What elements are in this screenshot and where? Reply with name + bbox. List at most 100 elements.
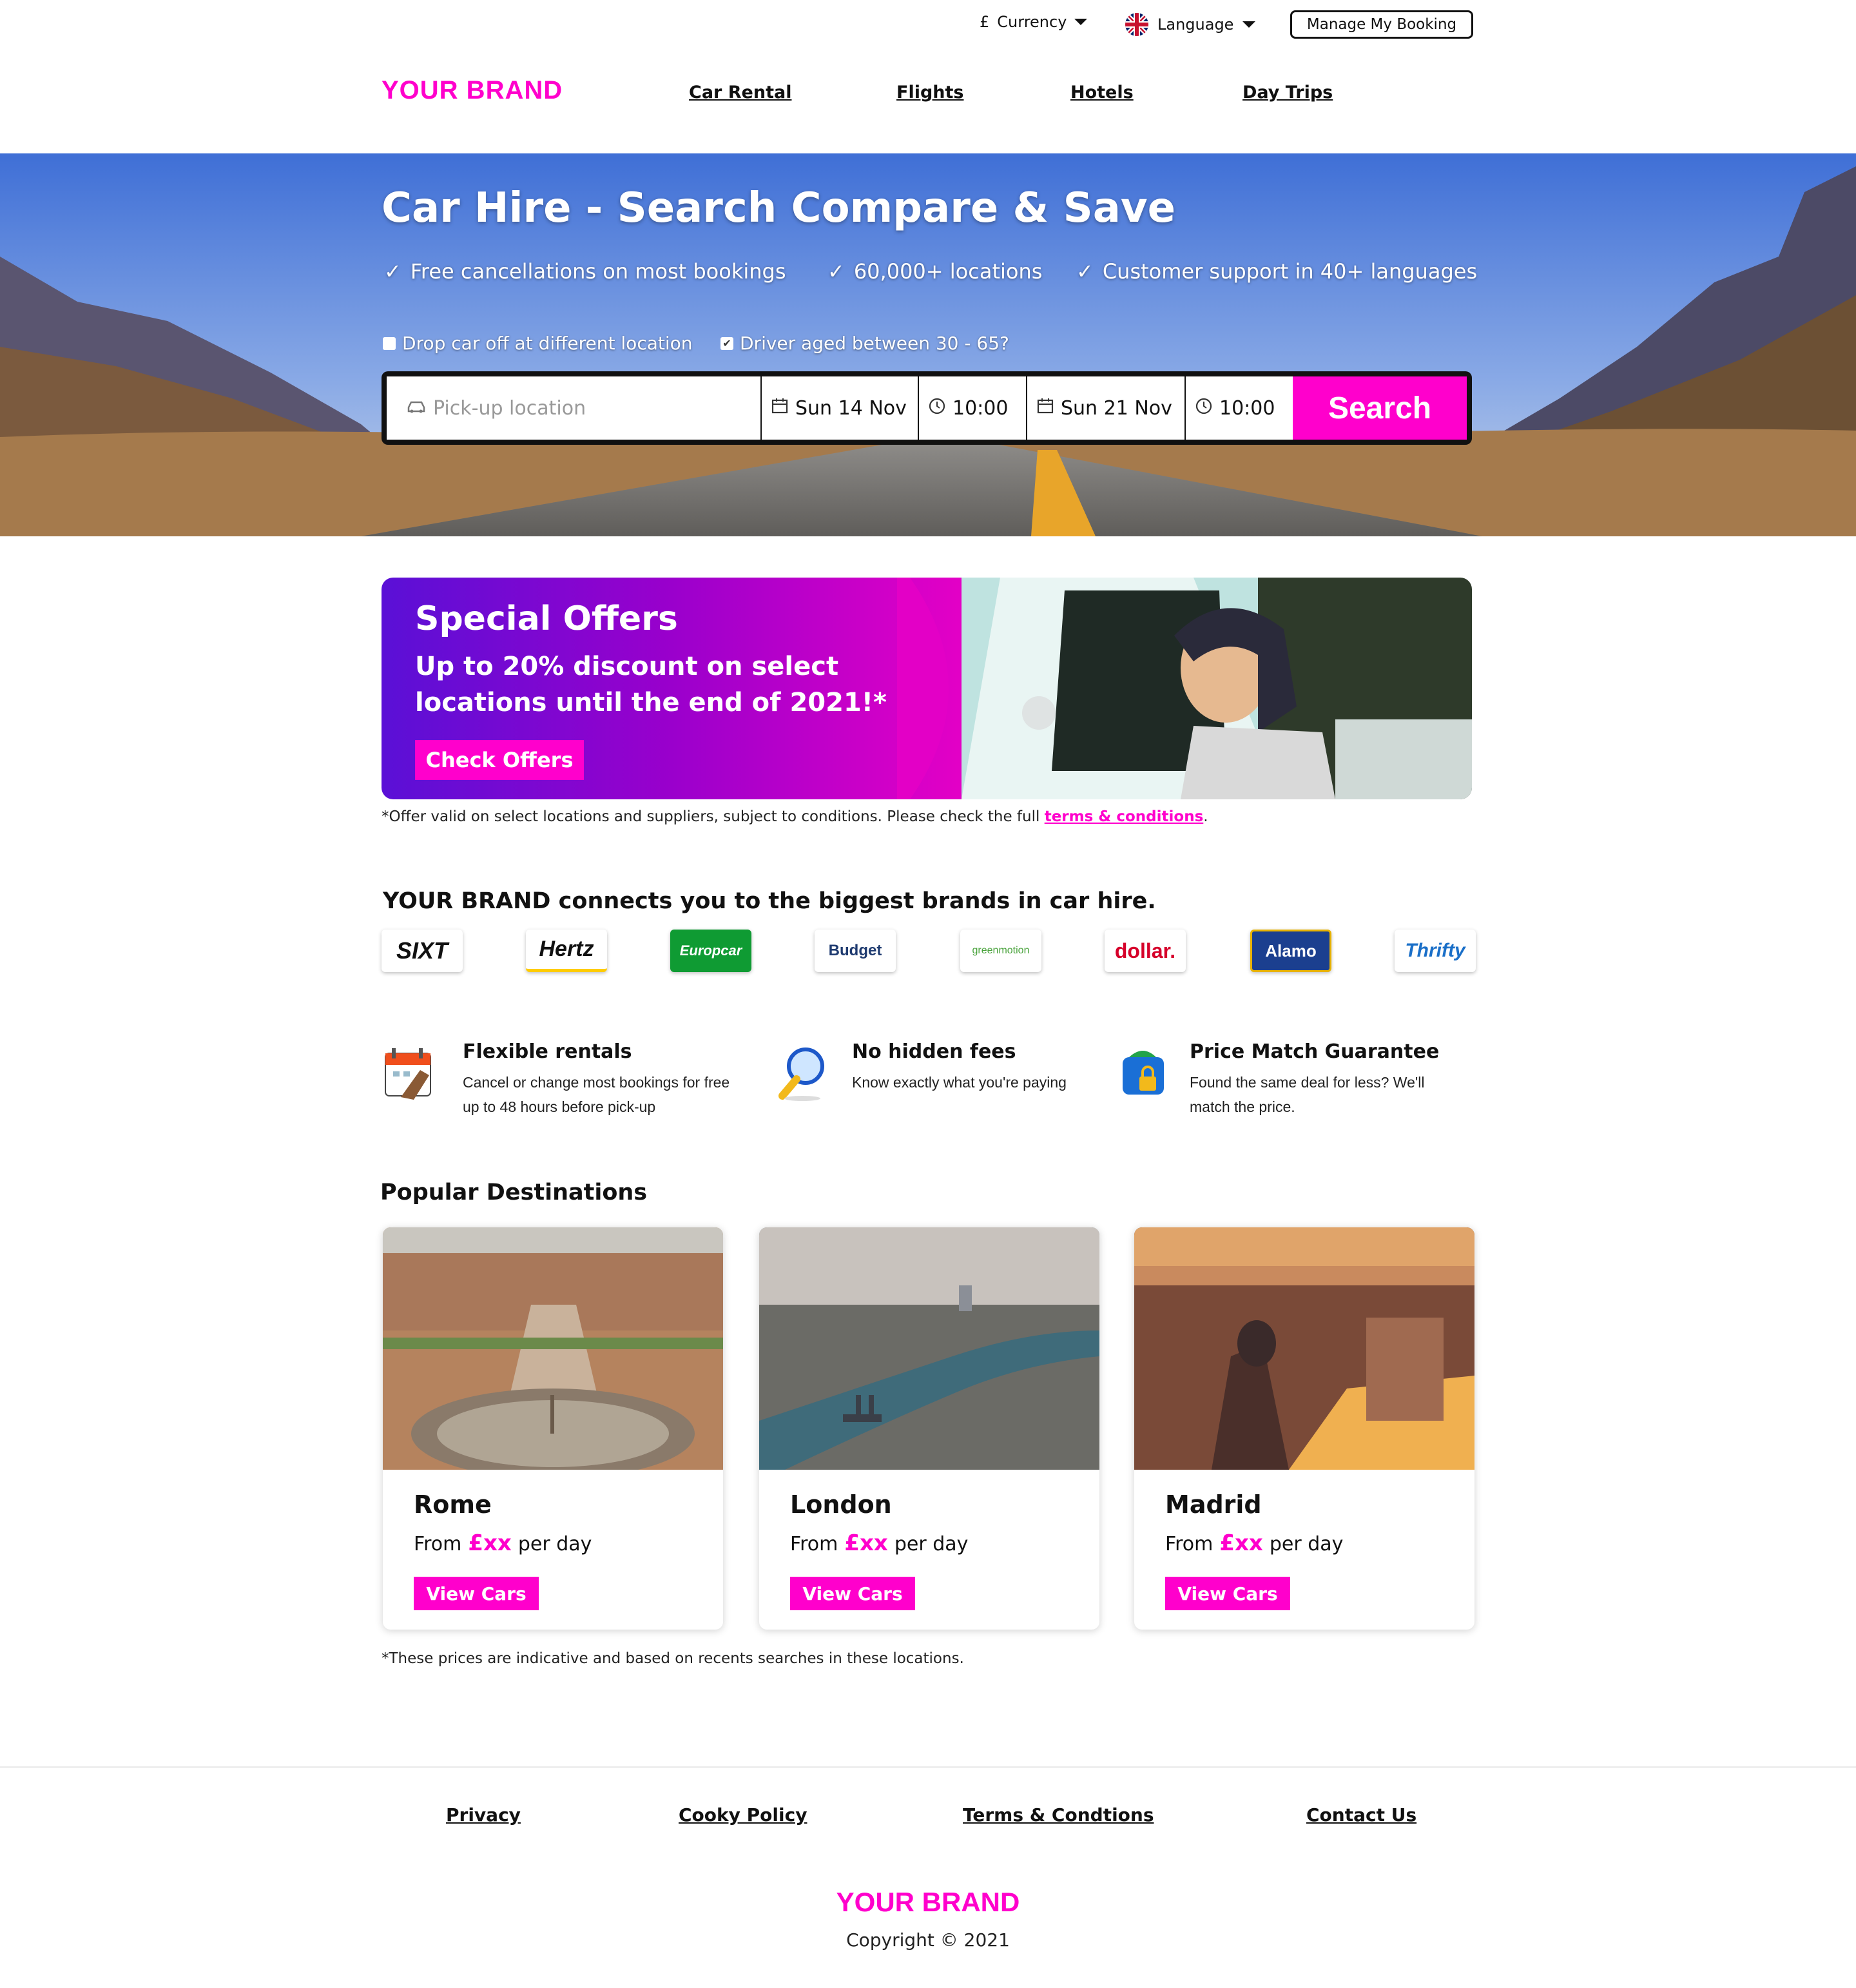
- check-icon: ✓: [827, 259, 845, 284]
- footer-terms-link[interactable]: Terms & Condtions: [963, 1804, 1154, 1826]
- car-icon: [406, 398, 427, 418]
- dropoff-different-checkbox[interactable]: Drop car off at different location: [383, 333, 693, 354]
- usp-item: ✓ Customer support in 40+ languages: [1076, 259, 1477, 284]
- offer-note-end: .: [1203, 808, 1208, 825]
- pickup-time-field[interactable]: 10:00: [919, 376, 1026, 440]
- offer-curve: [897, 578, 949, 799]
- top-bar: £ Currency Language Manage My Booking: [0, 8, 1856, 49]
- dollar-logo[interactable]: dollar.: [1105, 930, 1186, 972]
- usp-text: 60,000+ locations: [853, 259, 1043, 284]
- popular-destinations-title: Popular Destinations: [380, 1180, 648, 1205]
- terms-conditions-link[interactable]: terms & conditions: [1045, 808, 1204, 825]
- check-offers-button[interactable]: Check Offers: [415, 740, 584, 780]
- clock-icon: [928, 397, 946, 420]
- footer: Privacy Cooky Policy Terms & Condtions C…: [0, 1766, 1856, 1988]
- pickup-placeholder: Pick-up location: [433, 396, 586, 420]
- feature-text: Cancel or change most bookings for free …: [463, 1074, 730, 1115]
- london-image: [759, 1227, 1099, 1470]
- card-price: From £xx per day: [790, 1530, 968, 1556]
- pickup-time-value: 10:00: [952, 396, 1009, 420]
- madrid-image: [1134, 1227, 1474, 1470]
- offer-disclaimer: *Offer valid on select locations and sup…: [382, 808, 1208, 825]
- calendar-icon: [385, 1048, 431, 1100]
- currency-selector[interactable]: £ Currency: [980, 13, 1088, 31]
- destination-card-rome[interactable]: Rome From £xx per day View Cars: [383, 1227, 723, 1630]
- nav-day-trips[interactable]: Day Trips: [1242, 83, 1333, 102]
- hero-title: Car Hire - Search Compare & Save: [382, 184, 1175, 232]
- alamo-logo[interactable]: Alamo: [1250, 930, 1331, 972]
- currency-symbol: £: [980, 13, 990, 31]
- feature-text: Found the same deal for less? We'll matc…: [1190, 1074, 1425, 1115]
- check-icon: ✓: [1076, 259, 1094, 284]
- rome-image: [383, 1227, 723, 1470]
- usp-text: Free cancellations on most bookings: [410, 259, 786, 284]
- offer-woman-car-image: [923, 578, 1472, 799]
- price-value: £xx: [468, 1530, 512, 1556]
- price-suffix: per day: [517, 1533, 592, 1555]
- view-cars-button[interactable]: View Cars: [414, 1577, 539, 1610]
- wallet-lock-icon: [1123, 1051, 1164, 1095]
- dropoff-date-field[interactable]: Sun 21 Nov: [1027, 376, 1184, 440]
- manage-booking-button[interactable]: Manage My Booking: [1290, 10, 1473, 39]
- brand-logo[interactable]: YOUR BRAND: [382, 76, 563, 105]
- destination-card-madrid[interactable]: Madrid From £xx per day View Cars: [1134, 1227, 1474, 1630]
- card-price: From £xx per day: [1165, 1530, 1343, 1556]
- sixt-logo[interactable]: SIXT: [382, 930, 463, 972]
- checkbox-label: Driver aged between 30 - 65?: [740, 333, 1009, 354]
- special-offer-banner: Special Offers Up to 20% discount on sel…: [382, 578, 1472, 799]
- chevron-down-icon: [1074, 19, 1088, 25]
- feature-title: Flexible rentals: [463, 1040, 632, 1063]
- offer-note-text: *Offer valid on select locations and sup…: [382, 808, 1040, 825]
- feature-text: Know exactly what you're paying: [852, 1074, 1067, 1091]
- pickup-date-field[interactable]: Sun 14 Nov: [762, 376, 918, 440]
- budget-logo[interactable]: Budget: [815, 930, 896, 972]
- price-value: £xx: [844, 1530, 888, 1556]
- card-city: Madrid: [1165, 1490, 1262, 1519]
- card-city: London: [790, 1490, 892, 1519]
- hertz-logo[interactable]: Hertz: [526, 930, 607, 972]
- chevron-down-icon: [1242, 21, 1256, 28]
- price-suffix: per day: [894, 1533, 969, 1555]
- checkbox-label: Drop car off at different location: [402, 333, 693, 354]
- footer-privacy-link[interactable]: Privacy: [446, 1804, 521, 1826]
- search-button[interactable]: Search: [1293, 376, 1467, 440]
- nav-car-rental[interactable]: Car Rental: [689, 83, 791, 102]
- feature-title: No hidden fees: [852, 1040, 1016, 1063]
- driver-age-checkbox[interactable]: ✔ Driver aged between 30 - 65?: [720, 333, 1009, 354]
- nav-hotels[interactable]: Hotels: [1070, 83, 1134, 102]
- card-price: From £xx per day: [414, 1530, 592, 1556]
- calendar-icon: [771, 397, 789, 420]
- footer-cookie-link[interactable]: Cooky Policy: [679, 1804, 807, 1826]
- checkbox-unchecked[interactable]: [383, 336, 396, 350]
- view-cars-button[interactable]: View Cars: [790, 1577, 915, 1610]
- language-label: Language: [1157, 15, 1234, 34]
- thrifty-logo[interactable]: Thrifty: [1395, 930, 1476, 972]
- price-suffix: per day: [1269, 1533, 1344, 1555]
- dropoff-time-field[interactable]: 10:00: [1186, 376, 1293, 440]
- calendar-icon: [1036, 397, 1054, 420]
- copyright: Copyright © 2021: [846, 1929, 1010, 1951]
- pickup-date-value: Sun 14 Nov: [795, 396, 907, 420]
- search-bar: Pick-up location Sun 14 Nov 10:00 Sun 21…: [382, 371, 1472, 445]
- footer-contact-link[interactable]: Contact Us: [1306, 1804, 1416, 1826]
- dropoff-time-value: 10:00: [1219, 396, 1275, 420]
- price-prefix: From: [414, 1533, 462, 1555]
- offer-text: Up to 20% discount on select locations u…: [415, 652, 887, 717]
- nav-flights[interactable]: Flights: [896, 83, 963, 102]
- currency-label: Currency: [997, 13, 1067, 31]
- checkbox-checked[interactable]: ✔: [720, 336, 733, 350]
- usp-item: ✓ Free cancellations on most bookings: [384, 259, 786, 284]
- europcar-logo[interactable]: Europcar: [670, 930, 751, 972]
- hero-banner: Car Hire - Search Compare & Save ✓ Free …: [0, 153, 1856, 536]
- usp-text: Customer support in 40+ languages: [1102, 259, 1478, 284]
- usp-item: ✓ 60,000+ locations: [827, 259, 1042, 284]
- feature-title: Price Match Guarantee: [1190, 1040, 1440, 1063]
- prices-disclaimer: *These prices are indicative and based o…: [382, 1650, 964, 1667]
- destination-card-london[interactable]: London From £xx per day View Cars: [759, 1227, 1099, 1630]
- view-cars-button[interactable]: View Cars: [1165, 1577, 1290, 1610]
- price-prefix: From: [1165, 1533, 1213, 1555]
- pickup-location-input[interactable]: Pick-up location: [387, 376, 760, 440]
- language-selector[interactable]: Language: [1125, 13, 1256, 36]
- clock-icon: [1195, 397, 1213, 420]
- greenmotion-logo[interactable]: greenmotion: [960, 930, 1041, 972]
